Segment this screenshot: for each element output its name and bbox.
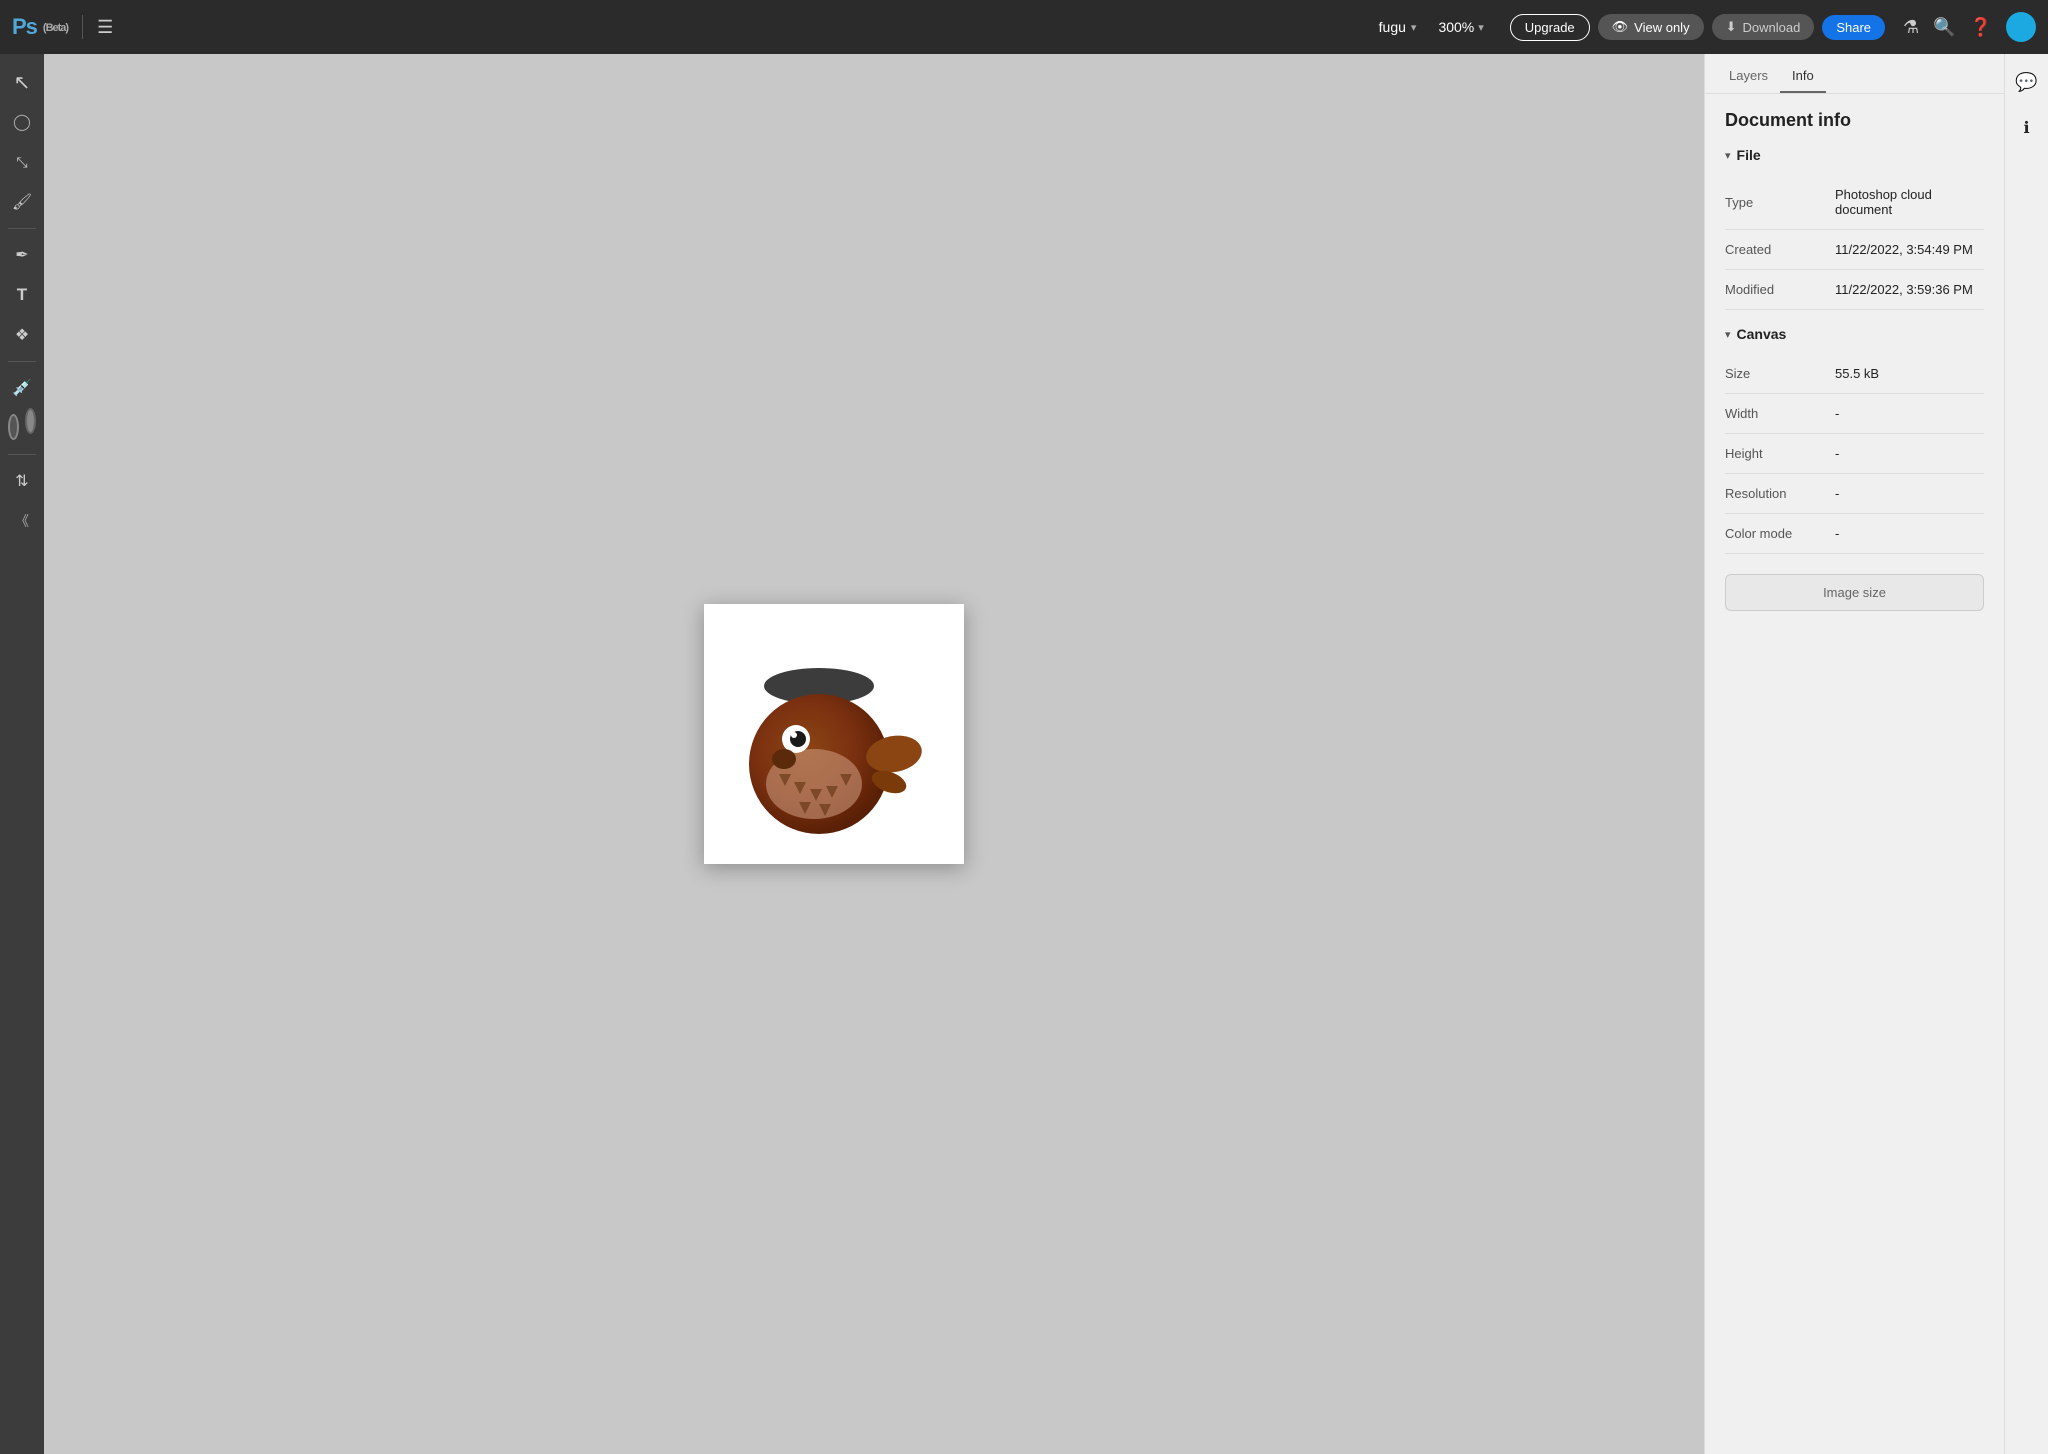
- canvas-size-label: Size: [1725, 366, 1835, 381]
- canvas-height-value: -: [1835, 446, 1984, 461]
- file-created-value: 11/22/2022, 3:54:49 PM: [1835, 242, 1984, 257]
- canvas-height-label: Height: [1725, 446, 1835, 461]
- panel-tabs: Layers Info: [1705, 54, 2004, 94]
- canvas-area[interactable]: [44, 54, 1704, 1454]
- canvas-height-row: Height -: [1725, 434, 1984, 474]
- scroll-icon: ⇅: [15, 471, 28, 491]
- info-icon: ℹ: [2023, 118, 2029, 138]
- app-logo: Ps (Beta): [12, 14, 68, 40]
- filename-chevron-icon: ▾: [1411, 21, 1417, 34]
- scroll-tool-button[interactable]: ⇅: [4, 463, 40, 499]
- brush-tool-button[interactable]: 🖌: [4, 184, 40, 220]
- right-panel: Layers Info Document info ▾ File Type Ph…: [1704, 54, 2004, 1454]
- beta-label: (Beta): [43, 22, 68, 34]
- tab-layers[interactable]: Layers: [1717, 60, 1780, 93]
- text-tool-button[interactable]: T: [4, 277, 40, 313]
- panel-content: Document info ▾ File Type Photoshop clou…: [1705, 94, 2004, 627]
- canvas-section-title: Canvas: [1737, 326, 1787, 342]
- file-modified-value: 11/22/2022, 3:59:36 PM: [1835, 282, 1984, 297]
- transform-tool-button[interactable]: ⤡: [4, 144, 40, 180]
- select-tool-icon: ↖: [14, 70, 31, 95]
- background-color-swatch[interactable]: [25, 408, 36, 434]
- comment-icon: 💬: [2015, 72, 2037, 93]
- file-created-row: Created 11/22/2022, 3:54:49 PM: [1725, 230, 1984, 270]
- download-icon: ⬇: [1726, 19, 1737, 35]
- filename-dropdown[interactable]: fugu ▾: [1379, 19, 1417, 35]
- filename-text: fugu: [1379, 19, 1406, 35]
- shape-tool-icon: ❖: [15, 325, 29, 345]
- brush-tool-icon: 🖌: [12, 192, 32, 212]
- zoom-value: 300%: [1438, 19, 1474, 35]
- pen-tool-icon: ✒: [15, 245, 28, 265]
- upgrade-button[interactable]: Upgrade: [1510, 14, 1590, 41]
- topbar-utility-icons: ⚗ 🔍 ❓: [1903, 12, 2036, 42]
- image-size-button[interactable]: Image size: [1725, 574, 1984, 611]
- main-layout: ↖ ◯ ⤡ 🖌 ✒ T ❖ 💉 ⇅ 《: [0, 54, 2048, 1454]
- file-modified-label: Modified: [1725, 282, 1835, 297]
- fugu-image: [724, 634, 944, 834]
- lasso-tool-icon: ◯: [13, 112, 31, 132]
- file-section-title: File: [1737, 147, 1761, 163]
- help-icon[interactable]: ❓: [1970, 17, 1992, 38]
- view-only-label: View only: [1634, 20, 1689, 35]
- download-label: Download: [1742, 20, 1800, 35]
- eyedropper-tool-icon: 💉: [12, 378, 32, 398]
- info-panel-icon[interactable]: ℹ: [2009, 110, 2045, 146]
- far-right-panel: 💬 ℹ: [2004, 54, 2048, 1454]
- view-only-button[interactable]: 👁 View only: [1598, 14, 1704, 40]
- panel-title: Document info: [1725, 110, 1984, 131]
- file-type-label: Type: [1725, 195, 1835, 210]
- canvas-width-row: Width -: [1725, 394, 1984, 434]
- topbar-actions: Upgrade 👁 View only ⬇ Download Share: [1510, 14, 1885, 41]
- topbar-divider-1: [82, 15, 83, 39]
- zoom-chevron-icon: ▾: [1478, 21, 1484, 34]
- topbar: Ps (Beta) ☰ fugu ▾ 300% ▾ Upgrade 👁 View…: [0, 0, 2048, 54]
- canvas-colormode-label: Color mode: [1725, 526, 1835, 541]
- canvas-resolution-value: -: [1835, 486, 1984, 501]
- file-section-header[interactable]: ▾ File: [1725, 147, 1984, 163]
- collapse-toolbar-button[interactable]: 《: [15, 511, 29, 531]
- select-tool-button[interactable]: ↖: [4, 64, 40, 100]
- canvas-size-row: Size 55.5 kB: [1725, 354, 1984, 394]
- canvas-section-header[interactable]: ▾ Canvas: [1725, 326, 1984, 342]
- search-icon[interactable]: 🔍: [1933, 17, 1955, 38]
- lasso-tool-button[interactable]: ◯: [4, 104, 40, 140]
- canvas-width-label: Width: [1725, 406, 1835, 421]
- file-type-row: Type Photoshop cloud document: [1725, 175, 1984, 230]
- user-avatar[interactable]: [2006, 12, 2036, 42]
- eyedropper-tool-button[interactable]: 💉: [4, 370, 40, 406]
- eye-icon: 👁: [1612, 19, 1629, 35]
- download-button[interactable]: ⬇ Download: [1712, 14, 1815, 40]
- canvas-section-chevron-icon: ▾: [1725, 328, 1731, 341]
- shape-tool-button[interactable]: ❖: [4, 317, 40, 353]
- zoom-control[interactable]: 300% ▾: [1438, 19, 1483, 35]
- text-tool-icon: T: [17, 285, 27, 305]
- file-type-value: Photoshop cloud document: [1835, 187, 1984, 217]
- canvas-colormode-row: Color mode -: [1725, 514, 1984, 554]
- canvas-width-value: -: [1835, 406, 1984, 421]
- hamburger-menu-icon[interactable]: ☰: [97, 17, 113, 38]
- canvas-resolution-row: Resolution -: [1725, 474, 1984, 514]
- file-modified-row: Modified 11/22/2022, 3:59:36 PM: [1725, 270, 1984, 310]
- canvas-colormode-value: -: [1835, 526, 1984, 541]
- file-section-chevron-icon: ▾: [1725, 149, 1731, 162]
- ps-logo-text: Ps: [12, 14, 37, 40]
- flask-icon[interactable]: ⚗: [1903, 17, 1919, 38]
- share-button[interactable]: Share: [1822, 15, 1885, 40]
- comment-panel-icon[interactable]: 💬: [2009, 64, 2045, 100]
- pen-tool-button[interactable]: ✒: [4, 237, 40, 273]
- document-canvas: [704, 604, 964, 864]
- canvas-size-value: 55.5 kB: [1835, 366, 1984, 381]
- foreground-color-swatch[interactable]: [8, 414, 19, 440]
- color-swatches: [4, 410, 40, 446]
- left-toolbar: ↖ ◯ ⤡ 🖌 ✒ T ❖ 💉 ⇅ 《: [0, 54, 44, 1454]
- tool-separator-2: [8, 361, 36, 362]
- tool-separator-1: [8, 228, 36, 229]
- canvas-resolution-label: Resolution: [1725, 486, 1835, 501]
- tool-separator-3: [8, 454, 36, 455]
- tab-info[interactable]: Info: [1780, 60, 1826, 93]
- file-created-label: Created: [1725, 242, 1835, 257]
- transform-tool-icon: ⤡: [16, 154, 27, 171]
